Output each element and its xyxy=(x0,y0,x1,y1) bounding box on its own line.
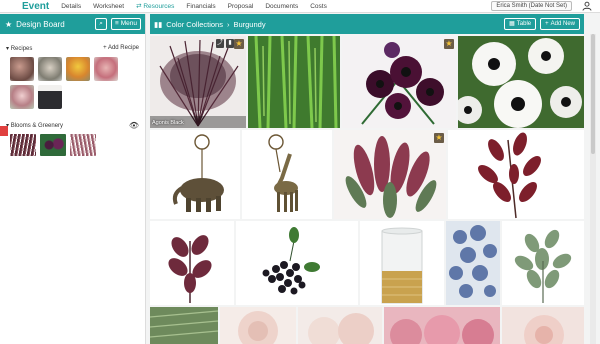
product-tile[interactable] xyxy=(242,130,332,219)
nav-details[interactable]: Details xyxy=(61,3,81,10)
nav-documents[interactable]: Documents xyxy=(265,3,298,10)
design-board-title: Design Board xyxy=(16,19,65,29)
product-tile[interactable] xyxy=(150,221,234,305)
external-link-icon[interactable]: ⤴ xyxy=(216,39,224,48)
product-tile[interactable] xyxy=(150,307,218,344)
recipe-thumb[interactable] xyxy=(38,85,62,109)
product-tile[interactable] xyxy=(502,221,584,305)
recipes-section-header: ▾ Recipes + Add Recipe xyxy=(0,42,145,54)
recipes-label: Recipes xyxy=(10,45,33,52)
product-tile[interactable]: ★ xyxy=(334,130,446,219)
collection-header: ▮▮ Color Collections › Burgundy ▦ Table … xyxy=(150,14,584,34)
blooms-label: Blooms & Greenery xyxy=(10,122,64,129)
menu-button[interactable]: ≡ Menu xyxy=(110,18,141,30)
design-board-header: ★ Design Board ⌕ ≡ Menu xyxy=(0,14,145,34)
product-tile[interactable] xyxy=(236,221,358,305)
bloom-thumb[interactable] xyxy=(70,134,96,156)
blooms-toggle[interactable]: ▾ Blooms & Greenery xyxy=(6,122,129,129)
blooms-thumbnails xyxy=(0,134,145,156)
recipe-thumb[interactable] xyxy=(94,57,118,81)
star-icon[interactable]: ★ xyxy=(444,39,454,49)
add-recipe-button[interactable]: + Add Recipe xyxy=(103,45,139,51)
recipe-thumbnails xyxy=(0,57,145,109)
product-tile[interactable] xyxy=(448,130,584,219)
product-tile[interactable] xyxy=(446,221,500,305)
user-menu[interactable]: Erica Smith (Date Not Set) xyxy=(491,1,572,11)
breadcrumb: ▮▮ Color Collections › Burgundy xyxy=(154,20,504,29)
eye-icon[interactable]: 👁 xyxy=(129,121,139,130)
scrollbar-thumb[interactable] xyxy=(591,34,595,154)
trash-icon[interactable]: ▮ xyxy=(226,39,234,48)
nav-resources-label: Resources xyxy=(143,3,175,10)
product-tile[interactable] xyxy=(298,307,382,344)
side-tab[interactable] xyxy=(0,126,8,136)
bloom-thumb[interactable] xyxy=(10,134,36,156)
star-icon[interactable]: ★ xyxy=(434,133,444,143)
nav-resources[interactable]: ⇄ Resources xyxy=(136,2,174,10)
nav-costs[interactable]: Costs xyxy=(310,3,327,10)
tile-caption: Agonis Black xyxy=(152,120,184,126)
tile-tools: ⤴ ▮ xyxy=(216,39,234,48)
product-tile[interactable] xyxy=(220,307,296,344)
product-tile[interactable] xyxy=(502,307,584,344)
top-navigation: Event Details Worksheet ⇄ Resources Fina… xyxy=(0,0,600,13)
product-tile[interactable] xyxy=(248,36,340,128)
chevron-right-icon: › xyxy=(226,19,230,29)
add-new-label: Add New xyxy=(550,21,575,27)
product-tile[interactable] xyxy=(360,221,444,305)
product-tile[interactable]: ⤴ ▮ ★ Agonis Black xyxy=(150,36,246,128)
table-label: Table xyxy=(516,21,532,27)
search-icon: ⌕ xyxy=(99,20,103,27)
add-new-button[interactable]: + Add New xyxy=(540,18,580,30)
recipes-toggle[interactable]: ▾ Recipes xyxy=(6,45,103,52)
breadcrumb-current: Burgundy xyxy=(233,19,266,29)
nav-proposal[interactable]: Proposal xyxy=(228,3,254,10)
recipe-thumb[interactable] xyxy=(10,85,34,109)
book-icon: ▮▮ xyxy=(154,19,163,29)
star-icon: ★ xyxy=(5,19,13,29)
user-icon[interactable] xyxy=(582,1,592,11)
bloom-thumb[interactable] xyxy=(40,134,66,156)
design-board-panel: ★ Design Board ⌕ ≡ Menu ▾ Recipes + Add R… xyxy=(0,14,146,344)
breadcrumb-root[interactable]: Color Collections xyxy=(166,20,223,29)
menu-label: Menu xyxy=(120,20,137,27)
brand-title[interactable]: Event xyxy=(22,0,49,13)
product-tile[interactable] xyxy=(384,307,500,344)
add-recipe-label: Add Recipe xyxy=(107,45,139,51)
recipe-thumb[interactable] xyxy=(66,57,90,81)
search-button[interactable]: ⌕ xyxy=(95,18,107,30)
nav-financials[interactable]: Financials xyxy=(186,3,215,10)
product-tile[interactable] xyxy=(458,36,584,128)
menu-icon: ≡ xyxy=(114,20,119,27)
recipe-thumb[interactable] xyxy=(10,57,34,81)
recipe-thumb[interactable] xyxy=(38,57,62,81)
blooms-section-header: ▾ Blooms & Greenery 👁 xyxy=(0,119,145,131)
product-tile[interactable] xyxy=(150,130,240,219)
product-tile[interactable]: ★ xyxy=(342,36,456,128)
star-icon[interactable]: ★ xyxy=(234,39,244,49)
nav-worksheet[interactable]: Worksheet xyxy=(93,3,124,10)
table-view-button[interactable]: ▦ Table xyxy=(504,18,537,30)
